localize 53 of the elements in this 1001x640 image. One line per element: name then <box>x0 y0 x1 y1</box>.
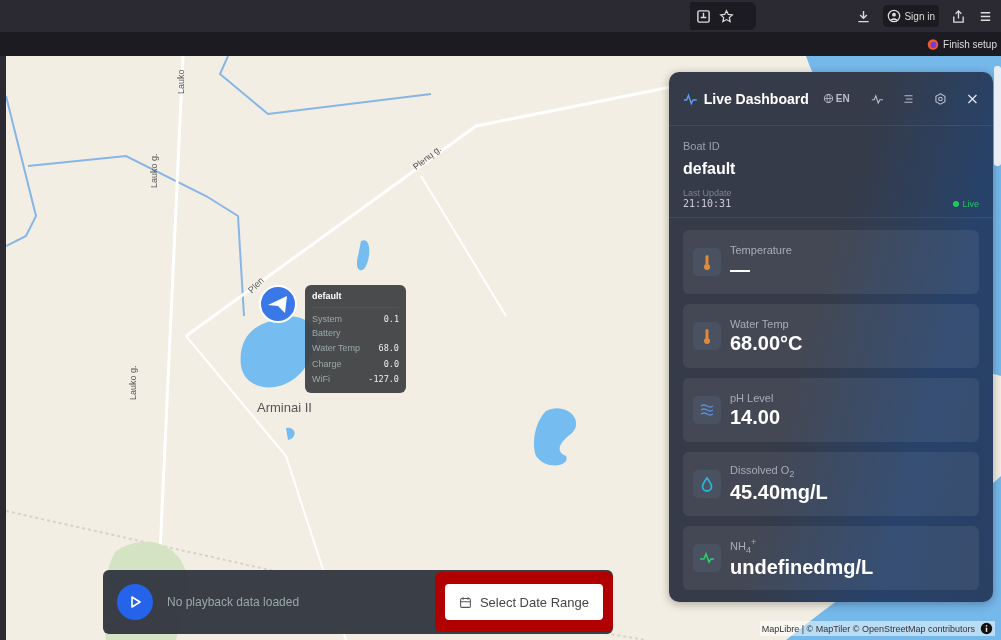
last-update-label: Last Update <box>683 188 733 198</box>
play-button[interactable] <box>117 584 153 620</box>
scrollbar[interactable] <box>994 66 1001 166</box>
metric-value: 14.00 <box>730 405 781 429</box>
finish-setup-button[interactable]: Finish setup <box>926 37 997 51</box>
popup-value: -127.0 <box>368 373 399 387</box>
map-label: Lauko g. <box>128 365 138 400</box>
account-icon <box>887 9 902 23</box>
info-icon[interactable] <box>980 622 993 635</box>
boat-id: default <box>683 160 737 178</box>
share-icon[interactable] <box>951 8 966 24</box>
bookmark-star-icon[interactable] <box>719 8 734 24</box>
playback-status: No playback data loaded <box>167 595 300 609</box>
water-drop-icon <box>693 470 721 498</box>
popup-label: Water Temp <box>312 342 360 355</box>
settings-icon[interactable] <box>934 91 948 106</box>
metric-value: undefinedmg/L <box>730 556 874 580</box>
popup-label: Charge <box>312 357 342 371</box>
browser-logo-icon <box>926 37 941 51</box>
language-button[interactable]: EN <box>820 91 852 106</box>
map-label: Lauko g. <box>149 153 159 188</box>
popup-value: 0.1 <box>383 313 399 326</box>
metric-label: Dissolved O$_{2}$ <box>730 463 796 480</box>
live-status: Live <box>962 198 979 209</box>
thermometer-icon <box>693 322 721 350</box>
boat-id-label: Boat ID <box>683 140 721 152</box>
popup-value: 0.0 <box>383 357 399 371</box>
map-label: Plen <box>246 275 266 296</box>
sign-in-button[interactable]: Sign in <box>883 5 939 27</box>
select-date-range-button[interactable]: Select Date Range <box>444 584 603 620</box>
metric-value: 68.00°C <box>730 331 803 355</box>
metric-label: Temperature <box>730 243 792 256</box>
map-label: Lauko <box>176 69 186 94</box>
metric-label: pH Level <box>730 391 775 404</box>
pulse-icon <box>693 544 721 572</box>
map-attribution: MapLibre | © MapTiler © OpenStreetMap contributors <box>761 623 975 634</box>
metric-label: Water Temp <box>730 317 790 330</box>
popup-title: default <box>312 291 399 308</box>
thermometer-icon <box>693 248 721 276</box>
globe-icon <box>822 93 834 104</box>
dashboard-title: Live Dashboard <box>703 90 809 107</box>
waves-icon <box>693 396 721 424</box>
metric-value: — <box>730 257 751 281</box>
reader-view-icon[interactable] <box>696 8 711 24</box>
calendar-icon <box>458 595 472 609</box>
map-label: Arminai II <box>257 400 312 415</box>
last-update-time: 21:10:31 <box>683 198 732 209</box>
popup-value: 68.0 <box>378 342 399 355</box>
popup-label: WiFi <box>312 373 330 387</box>
pulse-icon <box>683 90 698 107</box>
download-icon[interactable] <box>856 8 872 24</box>
metric-value: 45.40mg/L <box>730 481 828 505</box>
popup-label: System Battery <box>312 313 343 340</box>
